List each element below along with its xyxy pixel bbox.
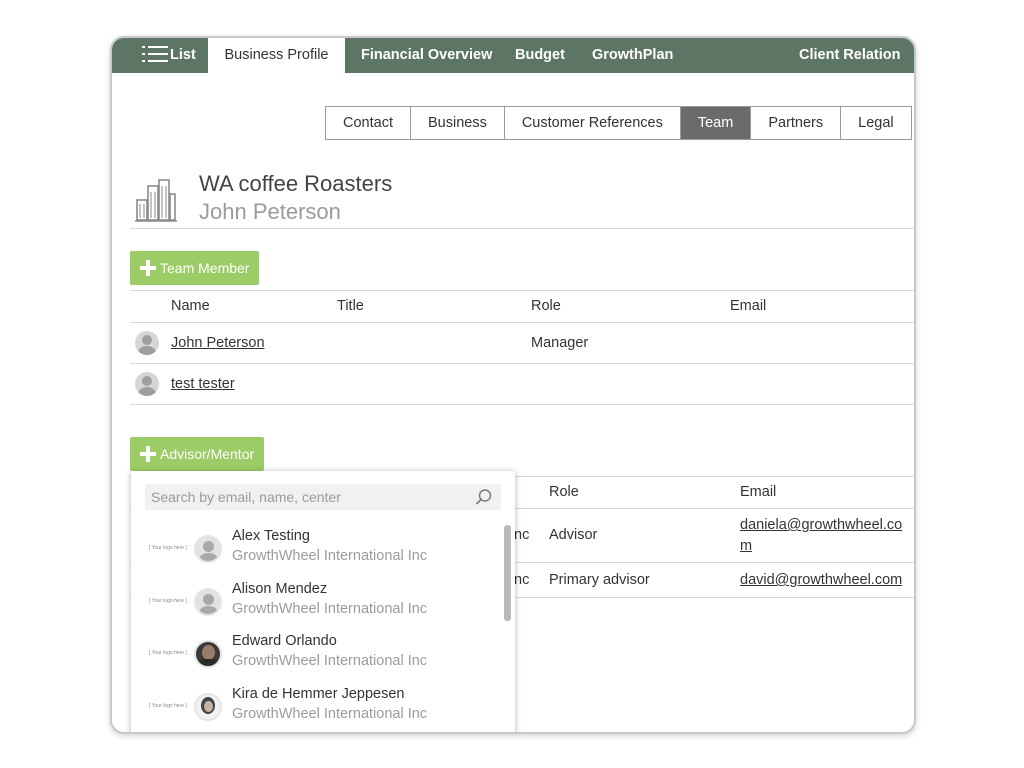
avatar-photo (194, 640, 222, 668)
list-icon (140, 45, 168, 63)
advisor-col-email: Email (740, 484, 777, 500)
list-label: List (170, 47, 196, 63)
team-col-name: Name (171, 298, 210, 314)
company-name: WA coffee Roasters (199, 171, 393, 196)
top-nav: List Business Profile Financial Overview… (112, 38, 914, 73)
subtab-team[interactable]: Team (680, 107, 752, 139)
search-input[interactable] (145, 484, 501, 510)
result-org: GrowthWheel International Inc (232, 601, 428, 617)
avatar (194, 588, 222, 616)
table-rule (130, 290, 914, 291)
tab-client-relation[interactable]: Client Relation (799, 38, 901, 73)
subtab-contact[interactable]: Contact (326, 107, 411, 139)
result-org: GrowthWheel International Inc (232, 706, 428, 722)
section-tabs: Contact Business Customer References Tea… (325, 106, 912, 140)
table-rule (130, 322, 914, 323)
search-result-item[interactable]: [ Your logo here ] Kira de Hemmer Jeppes… (131, 681, 501, 732)
subtab-partners[interactable]: Partners (751, 107, 842, 139)
search-result-item[interactable]: [ Your logo here ] Alison Mendez GrowthW… (131, 576, 501, 628)
tab-financial-overview[interactable]: Financial Overview (361, 38, 492, 73)
list-button[interactable]: List (112, 38, 208, 73)
team-col-email: Email (730, 298, 767, 314)
team-col-role: Role (531, 298, 561, 314)
logo-placeholder: [ Your logo here ] (149, 650, 187, 656)
add-team-member-label: Team Member (160, 260, 250, 276)
advisor-search-dropdown: [ Your logo here ] Alex Testing GrowthWh… (131, 471, 515, 732)
team-member-name-link[interactable]: John Peterson (171, 335, 265, 351)
table-rule (130, 363, 914, 364)
advisor-org-fragment: nc (514, 572, 530, 588)
contact-person-name: John Peterson (199, 199, 341, 224)
result-name: Edward Orlando (232, 633, 337, 649)
search-result-item[interactable]: [ Your logo here ] Alex Testing GrowthWh… (131, 523, 501, 575)
search-box (145, 484, 501, 510)
tab-growthplan[interactable]: GrowthPlan (592, 38, 673, 73)
table-rule (130, 404, 914, 405)
building-icon (135, 179, 177, 222)
subtab-business[interactable]: Business (410, 107, 505, 139)
dropdown-scrollbar[interactable] (504, 525, 511, 621)
add-team-member-button[interactable]: Team Member (130, 251, 260, 285)
plus-icon (140, 446, 156, 462)
advisor-role: Advisor (549, 527, 598, 543)
avatar (135, 331, 159, 355)
advisor-org-fragment: nc (514, 527, 530, 543)
search-icon[interactable] (475, 488, 493, 506)
subtab-customer-references[interactable]: Customer References (504, 107, 681, 139)
tab-budget[interactable]: Budget (515, 38, 565, 73)
result-name: Alex Testing (232, 528, 310, 544)
advisor-email-link[interactable]: david@growthwheel.com (740, 572, 902, 588)
team-member-role: Manager (531, 335, 589, 351)
search-result-item[interactable]: [ Your logo here ] Edward Orlando Growth… (131, 628, 501, 680)
logo-placeholder: [ Your logo here ] (149, 545, 187, 551)
logo-placeholder: [ Your logo here ] (149, 598, 187, 604)
app-window: List Business Profile Financial Overview… (110, 36, 916, 734)
divider (130, 228, 914, 229)
advisor-role: Primary advisor (549, 572, 650, 588)
add-advisor-mentor-button[interactable]: Advisor/Mentor (130, 437, 265, 471)
avatar-photo (194, 693, 222, 721)
result-name: Alison Mendez (232, 581, 328, 597)
subtab-legal[interactable]: Legal (841, 107, 911, 139)
result-org: GrowthWheel International Inc (232, 653, 428, 669)
add-advisor-label: Advisor/Mentor (160, 446, 255, 462)
result-name: Kira de Hemmer Jeppesen (232, 686, 405, 702)
team-member-name-link[interactable]: test tester (171, 376, 235, 392)
advisor-email-link-continued[interactable]: m (740, 538, 752, 554)
result-org: GrowthWheel International Inc (232, 548, 428, 564)
plus-icon (140, 260, 156, 276)
team-col-title: Title (337, 298, 364, 314)
tab-business-profile[interactable]: Business Profile (208, 38, 345, 73)
logo-placeholder: [ Your logo here ] (149, 703, 187, 709)
avatar (194, 535, 222, 563)
advisor-email-link[interactable]: daniela@growthwheel.co (740, 517, 902, 533)
advisor-col-role: Role (549, 484, 579, 500)
avatar (135, 372, 159, 396)
